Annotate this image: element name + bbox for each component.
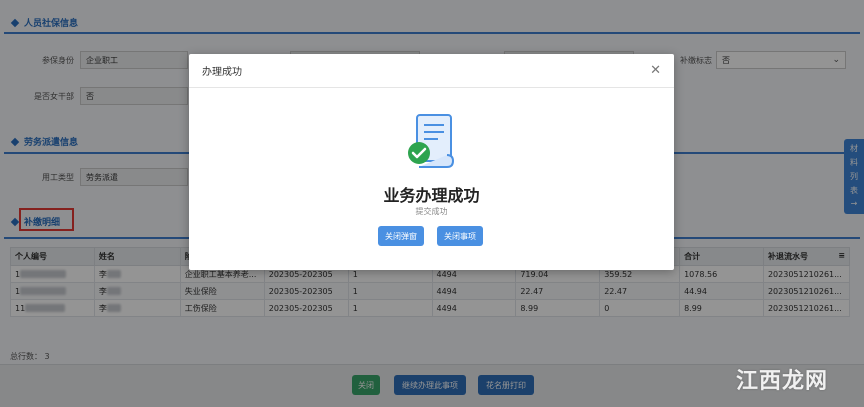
close-icon[interactable]: ✕ bbox=[650, 63, 661, 78]
success-dialog: 办理成功 ✕ 业务办理成功 提交成功 关闭弹窗 关闭事项 bbox=[189, 54, 674, 270]
success-subtitle: 提交成功 bbox=[415, 207, 448, 216]
document-success-icon bbox=[408, 114, 455, 168]
dialog-title: 办理成功 bbox=[202, 67, 242, 78]
success-headline: 业务办理成功 bbox=[383, 186, 480, 205]
close-popup-button[interactable]: 关闭弹窗 bbox=[378, 226, 424, 246]
dialog-header: 办理成功 bbox=[189, 54, 674, 88]
close-item-button[interactable]: 关闭事项 bbox=[437, 226, 483, 246]
watermark-text: 江西龙网 bbox=[735, 369, 828, 394]
